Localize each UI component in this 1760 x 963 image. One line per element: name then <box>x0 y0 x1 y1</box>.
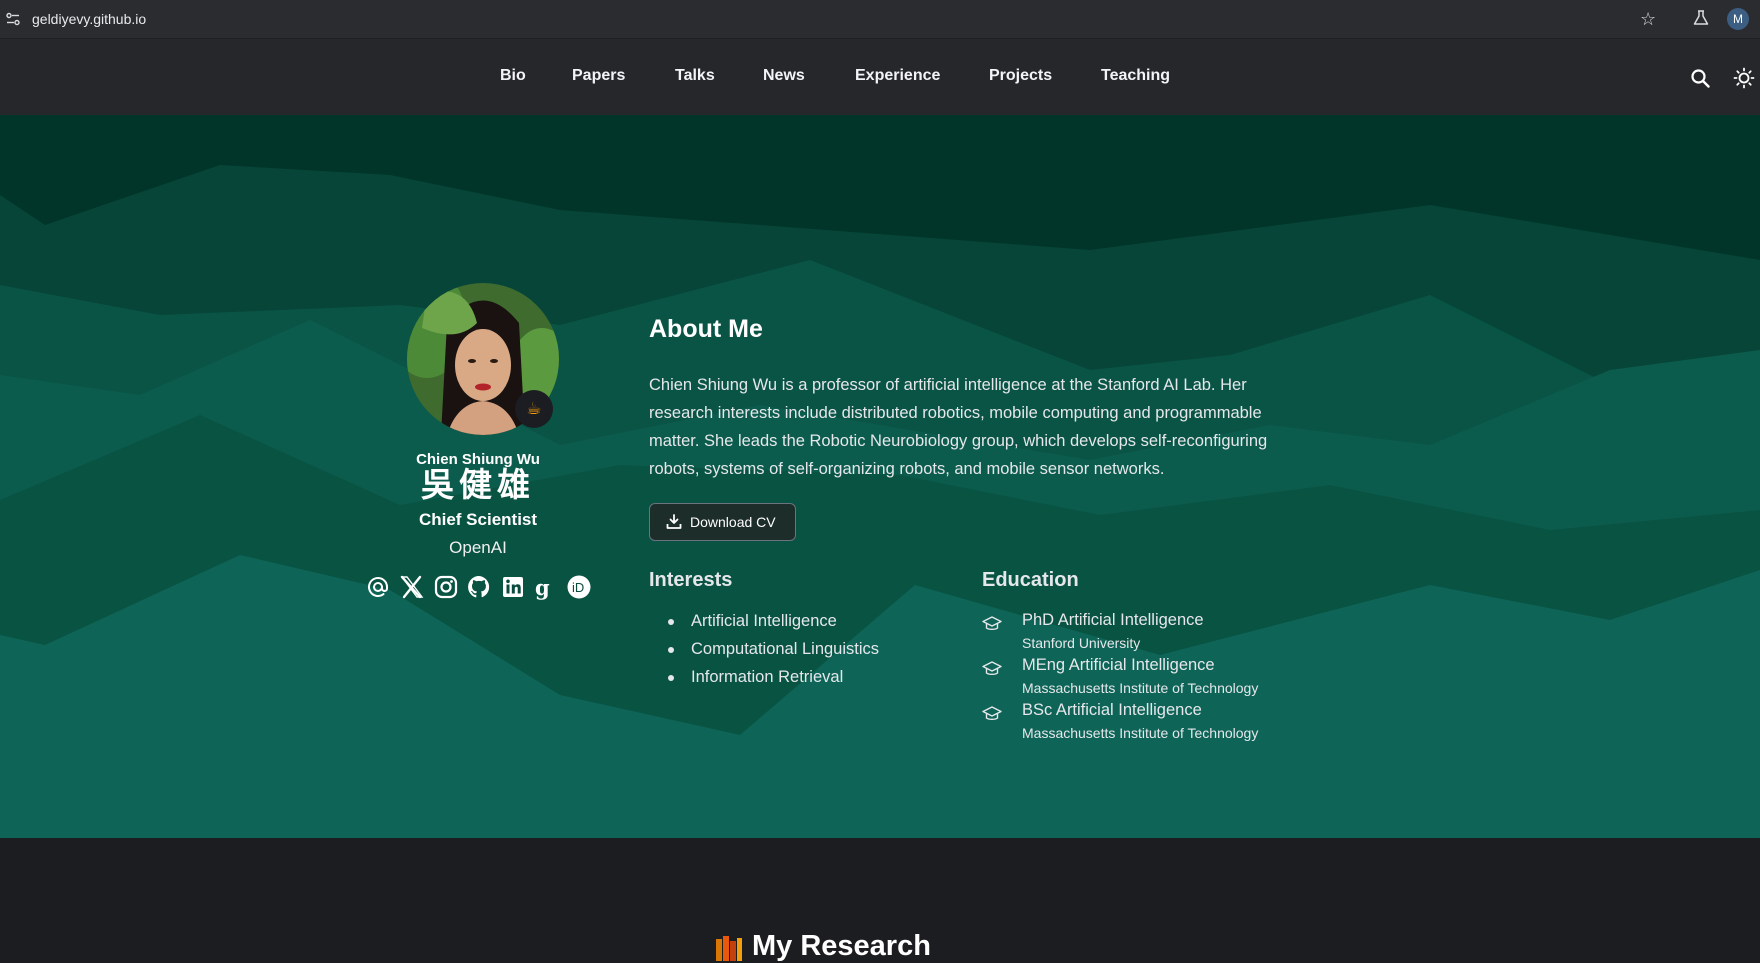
education-institution: Massachusetts Institute of Technology <box>1022 725 1259 741</box>
education-degree: BSc Artificial Intelligence <box>1022 701 1202 719</box>
nav-papers[interactable]: Papers <box>572 67 625 85</box>
about-title: About Me <box>649 315 763 343</box>
instagram-icon[interactable] <box>433 574 459 600</box>
download-cv-button[interactable]: Download CV <box>649 503 796 541</box>
list-item: Information Retrieval <box>668 663 879 691</box>
status-emoji-badge: ☕ <box>515 390 553 428</box>
nav-talks[interactable]: Talks <box>675 67 715 85</box>
email-icon[interactable] <box>365 574 391 600</box>
linkedin-icon[interactable] <box>500 574 526 600</box>
labs-flask-icon[interactable] <box>1692 9 1710 27</box>
theme-toggle-sun-icon[interactable] <box>1733 67 1755 89</box>
nav-bio[interactable]: Bio <box>500 67 526 85</box>
nav-news[interactable]: News <box>763 67 805 85</box>
education-degree: MEng Artificial Intelligence <box>1022 656 1215 674</box>
svg-text:iD: iD <box>572 580 584 595</box>
graduation-cap-icon <box>982 616 1002 631</box>
interests-title: Interests <box>649 569 733 591</box>
list-item: Computational Linguistics <box>668 635 879 663</box>
education-degree: PhD Artificial Intelligence <box>1022 611 1204 629</box>
github-icon[interactable] <box>466 574 492 600</box>
search-icon[interactable] <box>1690 68 1710 88</box>
svg-text:g: g <box>535 575 550 600</box>
nav-projects[interactable]: Projects <box>989 67 1052 85</box>
interests-list: Artificial Intelligence Computational Li… <box>668 607 879 691</box>
list-item: Artificial Intelligence <box>668 607 879 635</box>
star-icon[interactable]: ☆ <box>1640 9 1656 30</box>
books-icon <box>716 935 742 961</box>
browser-toolbar: geldiyevy.github.io ☆ M <box>0 0 1760 39</box>
download-cv-label: Download CV <box>690 514 776 530</box>
profile-name: Chien Shiung Wu <box>416 451 540 468</box>
hero-section: ☕ 吳健雄 Chien Shiung Wu Chief Scientist Op… <box>0 115 1760 838</box>
profile-organization[interactable]: OpenAI <box>378 538 578 558</box>
nav-teaching[interactable]: Teaching <box>1101 67 1170 85</box>
education-title: Education <box>982 569 1079 591</box>
education-institution: Stanford University <box>1022 635 1141 651</box>
research-section-title: My Research <box>714 930 931 963</box>
site-settings-icon[interactable] <box>6 12 20 26</box>
site-navbar: Bio Papers Talks News Experience Project… <box>0 39 1760 115</box>
graduation-cap-icon <box>982 661 1002 676</box>
address-bar-url[interactable]: geldiyevy.github.io <box>32 11 146 27</box>
browser-profile-avatar[interactable]: M <box>1727 8 1749 30</box>
research-title-text: My Research <box>752 930 931 962</box>
education-institution: Massachusetts Institute of Technology <box>1022 680 1259 696</box>
x-twitter-icon[interactable] <box>399 574 425 600</box>
orcid-icon[interactable]: iD <box>566 574 592 600</box>
download-icon <box>666 514 682 529</box>
google-scholar-icon[interactable]: g <box>531 574 557 600</box>
graduation-cap-icon <box>982 706 1002 721</box>
profile-role: Chief Scientist <box>418 510 538 529</box>
about-text: Chien Shiung Wu is a professor of artifi… <box>649 376 1268 478</box>
nav-experience[interactable]: Experience <box>855 67 940 85</box>
